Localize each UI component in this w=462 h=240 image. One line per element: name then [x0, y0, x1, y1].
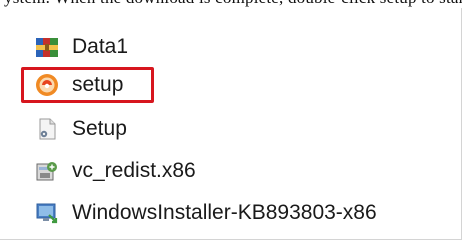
file-list-panel: Data1 setup Setup vc_redist.x86 WindowsI… — [0, 8, 462, 240]
cropped-document-text: ystem. When the download is complete, do… — [0, 0, 462, 8]
file-item-vc-redist[interactable]: vc_redist.x86 — [34, 154, 196, 188]
windows-installer-icon — [34, 200, 60, 226]
file-item-windows-installer[interactable]: WindowsInstaller-KB893803-x86 — [34, 196, 377, 230]
file-label: Setup — [72, 117, 127, 140]
file-item-setup-config[interactable]: Setup — [34, 112, 127, 146]
file-label: WindowsInstaller-KB893803-x86 — [72, 201, 377, 224]
file-label: Data1 — [72, 35, 129, 58]
setup-app-icon — [34, 72, 60, 98]
installer-package-icon — [34, 158, 60, 184]
file-label: setup — [72, 73, 124, 96]
file-item-data1[interactable]: Data1 — [34, 30, 128, 64]
file-item-setup-app[interactable]: setup — [34, 68, 123, 102]
winrar-archive-icon — [34, 34, 60, 60]
config-file-icon — [34, 116, 60, 142]
file-label: vc_redist.x86 — [72, 159, 196, 182]
